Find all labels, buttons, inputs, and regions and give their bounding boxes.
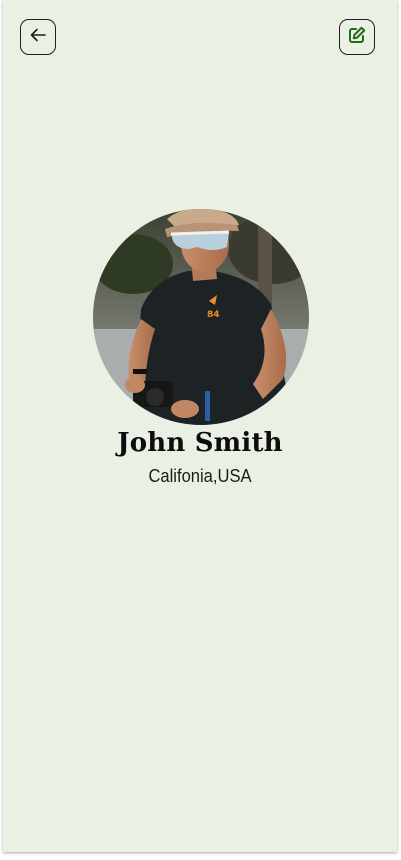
back-button[interactable] [20,19,56,55]
svg-text:84: 84 [207,310,220,320]
profile-name: John Smith [117,428,283,458]
edit-profile-button[interactable] [339,19,375,55]
edit-pencil-icon [347,25,367,50]
arrow-left-icon [28,25,48,50]
profile-avatar: 84 [93,209,309,425]
profile-location: Califonia,USA [148,466,252,486]
profile-screen: 84 John Smith Califonia,USA [3,0,397,852]
profile-photo: 84 [93,209,309,425]
